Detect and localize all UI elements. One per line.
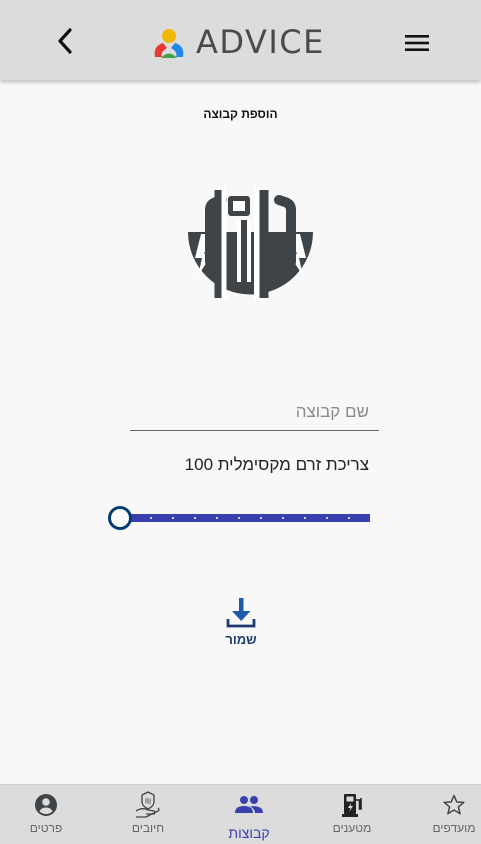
advice-logo-icon: [154, 29, 184, 58]
svg-text:₪: ₪: [145, 798, 151, 806]
bottom-nav: מועדפים מטענים קבוצות ₪ חיובים פרטים: [0, 784, 481, 844]
star-icon: [443, 794, 465, 815]
group-name-input[interactable]: [130, 394, 379, 431]
logo-text: ADVICE: [196, 23, 325, 61]
max-current-slider[interactable]: [108, 506, 370, 530]
back-button[interactable]: [50, 24, 80, 58]
nav-label-payments: חיובים: [131, 821, 165, 835]
charger-icon: [342, 794, 362, 817]
nav-favorites[interactable]: מועדפים: [414, 791, 481, 841]
nav-profile[interactable]: פרטים: [6, 791, 86, 841]
download-save-icon: [226, 598, 256, 628]
hamburger-icon: [405, 35, 429, 51]
page-title: הוספת קבוצה: [203, 107, 278, 121]
slider-ticks: [128, 517, 370, 519]
app-header: ADVICE: [0, 0, 481, 80]
account-icon: [35, 794, 57, 816]
groups-icon: [235, 796, 263, 813]
back-arrow-icon: [58, 28, 72, 54]
save-button[interactable]: שמור: [220, 596, 262, 656]
payment-icon: ₪: [135, 791, 160, 818]
save-label: שמור: [225, 632, 257, 647]
menu-button[interactable]: [402, 28, 432, 58]
group-charger-icon: [188, 186, 313, 300]
nav-label-chargers: מטענים: [332, 821, 372, 835]
nav-label-groups: קבוצות: [228, 825, 270, 841]
nav-payments[interactable]: ₪ חיובים: [108, 791, 188, 841]
nav-groups[interactable]: קבוצות: [209, 791, 289, 841]
slider-thumb[interactable]: [108, 506, 132, 530]
max-current-label: צריכת זרם מקסימלית 100: [184, 455, 369, 474]
nav-chargers[interactable]: מטענים: [312, 791, 392, 841]
nav-label-profile: פרטים: [29, 821, 63, 835]
app-logo: ADVICE: [150, 20, 325, 64]
nav-label-favorites: מועדפים: [432, 821, 476, 835]
